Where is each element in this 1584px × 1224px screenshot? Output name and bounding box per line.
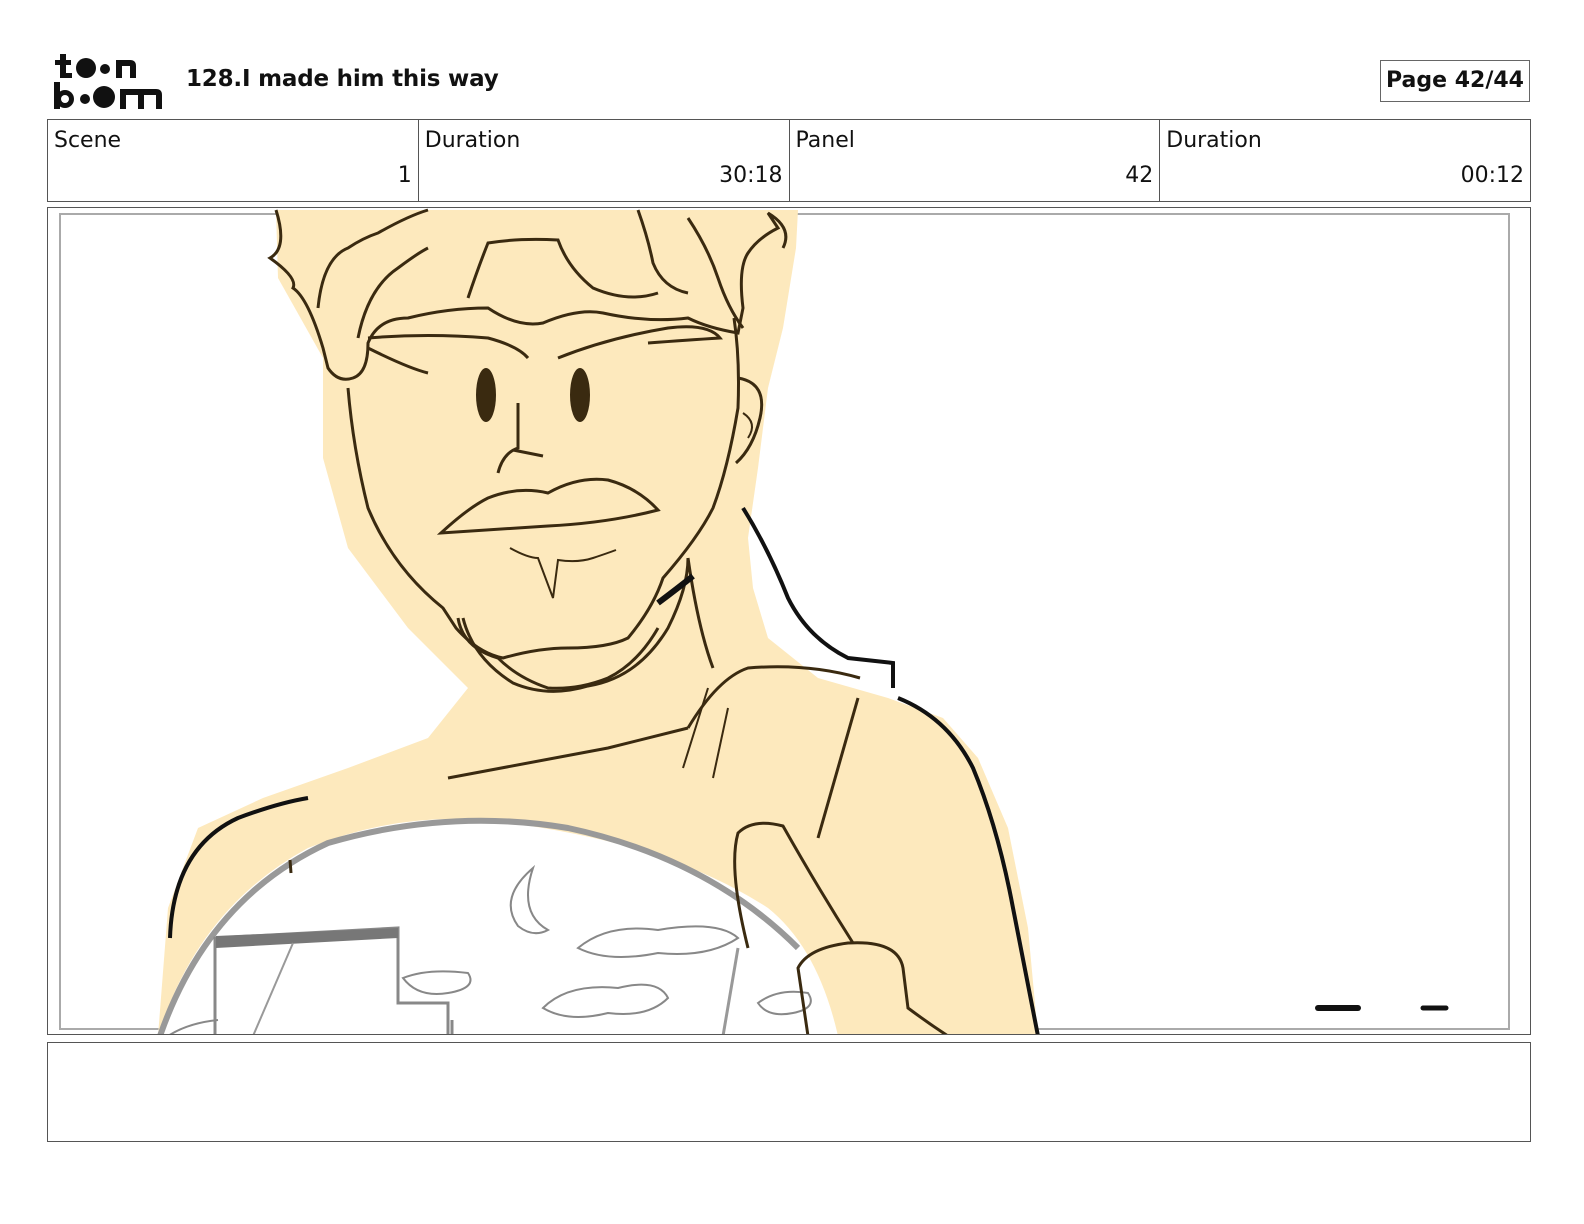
storyboard-panel	[47, 207, 1531, 1035]
scene-info-table: Scene 1 Duration 30:18 Panel 42 Duration…	[47, 119, 1531, 202]
scene-label: Scene	[54, 128, 122, 153]
panel-duration-cell: Duration 00:12	[1160, 120, 1530, 201]
panel-notes-box	[47, 1042, 1531, 1142]
panel-value: 42	[1125, 163, 1154, 188]
left-eye	[476, 368, 496, 422]
page-indicator: Page 42/44	[1380, 60, 1530, 102]
storyboard-title: 128.I made him this way	[186, 66, 499, 92]
panel-duration-value: 00:12	[1460, 163, 1524, 188]
panel-sketch	[59, 208, 1510, 1034]
scene-value: 1	[397, 163, 412, 188]
scene-duration-value: 30:18	[719, 163, 783, 188]
panel-label: Panel	[795, 128, 855, 153]
panel-duration-label: Duration	[1166, 128, 1262, 153]
scene-duration-label: Duration	[424, 128, 521, 153]
right-eye	[570, 368, 590, 422]
scene-duration-cell: Duration 30:18	[419, 120, 790, 201]
toon-boom-logo	[52, 52, 164, 112]
scene-cell: Scene 1	[48, 120, 419, 201]
panel-cell: Panel 42	[790, 120, 1161, 201]
